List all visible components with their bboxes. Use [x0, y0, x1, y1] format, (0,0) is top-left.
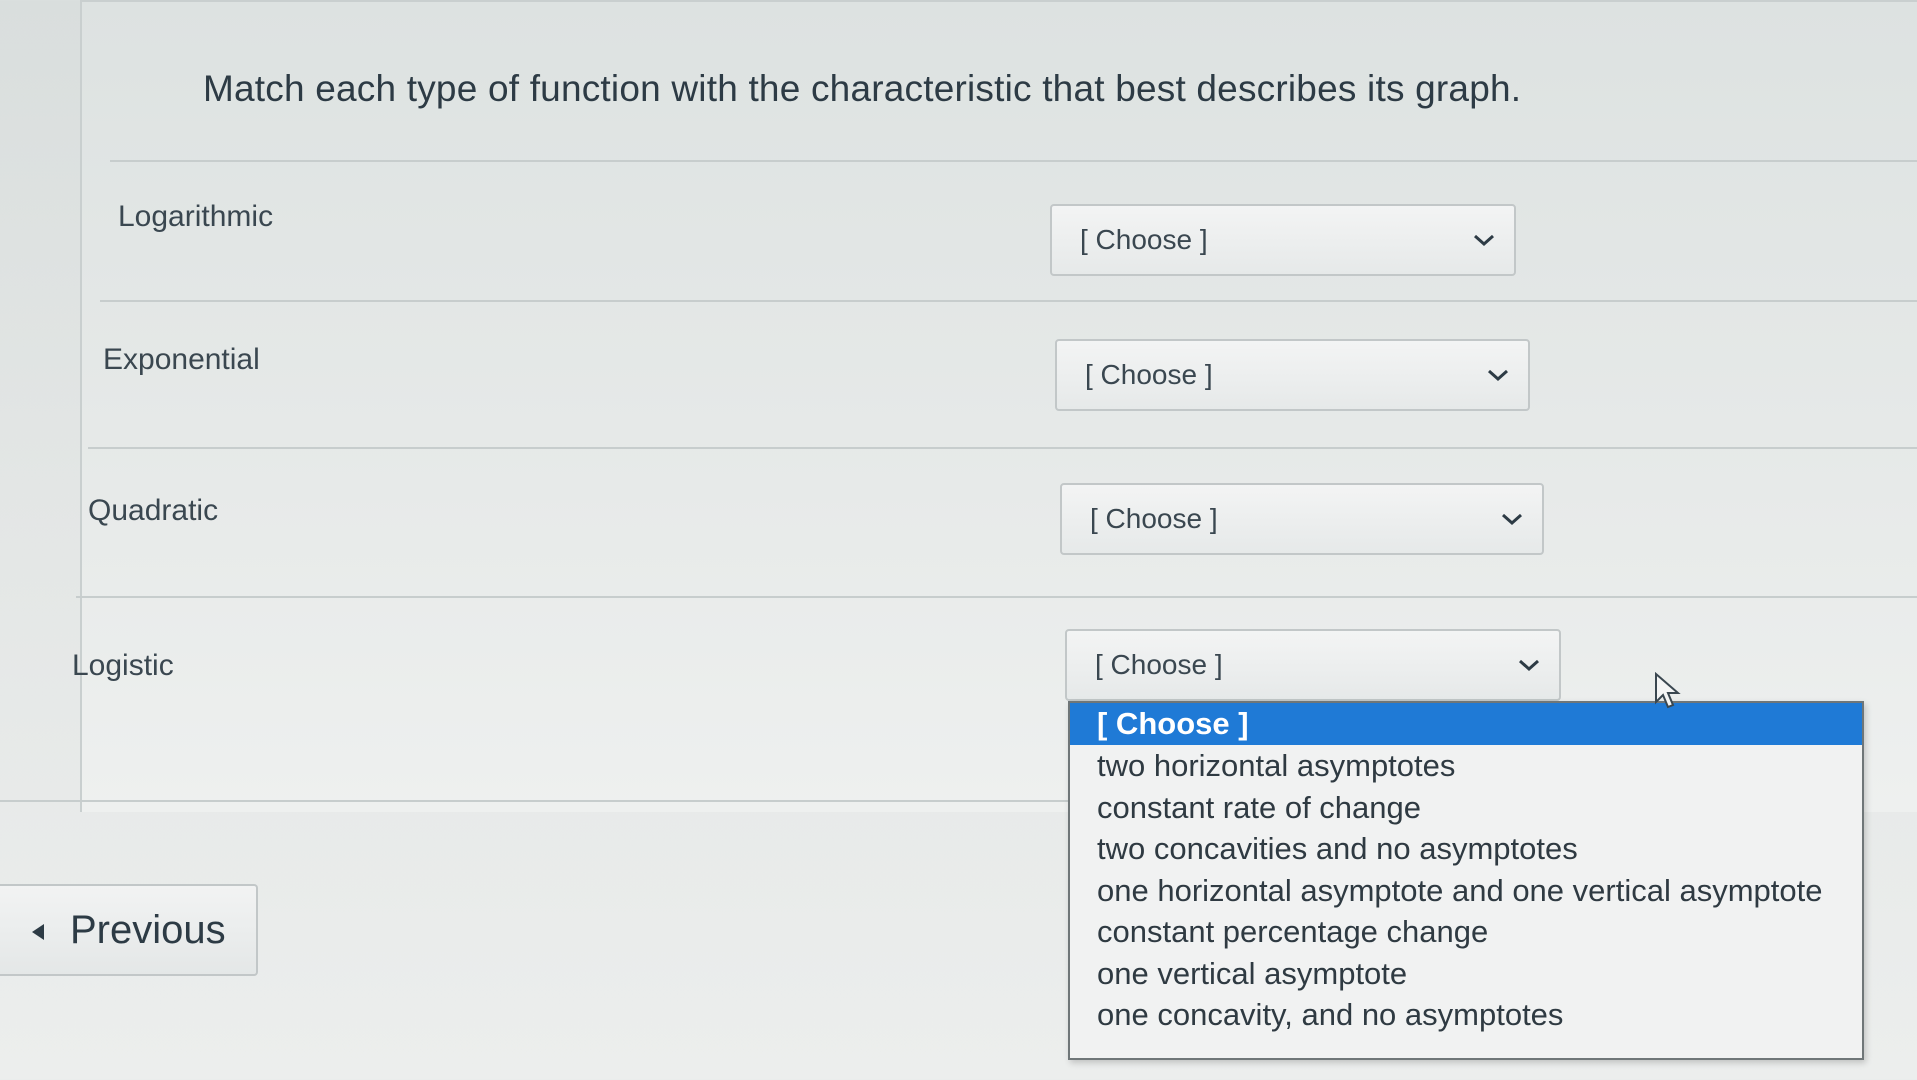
chevron-down-icon — [1474, 234, 1494, 247]
label-logistic: Logistic — [72, 649, 174, 682]
previous-label: Previous — [70, 908, 226, 952]
dropdown-option[interactable]: constant percentage change — [1070, 911, 1862, 953]
chevron-down-icon — [1519, 659, 1539, 672]
mouse-pointer-icon — [1655, 672, 1681, 709]
divider — [110, 160, 1917, 162]
question-text: Match each type of function with the cha… — [203, 68, 1522, 109]
select-value: [ Choose ] — [1090, 503, 1218, 534]
dropdown-option[interactable]: two horizontal asymptotes — [1070, 745, 1862, 787]
quiz-question-panel: Match each type of function with the cha… — [80, 0, 1917, 812]
dropdown-option[interactable]: one horizontal asymptote and one vertica… — [1070, 870, 1862, 912]
chevron-down-icon — [1488, 369, 1508, 382]
select-logarithmic[interactable]: [ Choose ] — [1050, 204, 1516, 276]
select-value: [ Choose ] — [1095, 649, 1223, 680]
divider — [100, 300, 1917, 302]
label-quadratic: Quadratic — [88, 494, 219, 527]
divider — [88, 447, 1917, 449]
caret-left-icon — [32, 924, 44, 940]
label-logarithmic: Logarithmic — [118, 200, 274, 233]
select-logistic[interactable]: [ Choose ] — [1065, 629, 1561, 701]
dropdown-option[interactable]: two concavities and no asymptotes — [1070, 828, 1862, 870]
select-value: [ Choose ] — [1080, 224, 1208, 255]
dropdown-options-list[interactable]: [ Choose ] two horizontal asymptotes con… — [1068, 701, 1864, 1060]
label-exponential: Exponential — [103, 343, 260, 376]
divider — [76, 596, 1917, 598]
select-exponential[interactable]: [ Choose ] — [1055, 339, 1530, 411]
dropdown-option-choose[interactable]: [ Choose ] — [1070, 703, 1862, 745]
divider — [0, 800, 1068, 802]
select-quadratic[interactable]: [ Choose ] — [1060, 483, 1544, 555]
chevron-down-icon — [1502, 513, 1522, 526]
dropdown-option[interactable]: one concavity, and no asymptotes — [1070, 994, 1862, 1036]
dropdown-option[interactable]: constant rate of change — [1070, 787, 1862, 829]
select-value: [ Choose ] — [1085, 359, 1213, 390]
dropdown-option[interactable]: one vertical asymptote — [1070, 953, 1862, 995]
previous-button[interactable]: Previous — [0, 884, 258, 976]
